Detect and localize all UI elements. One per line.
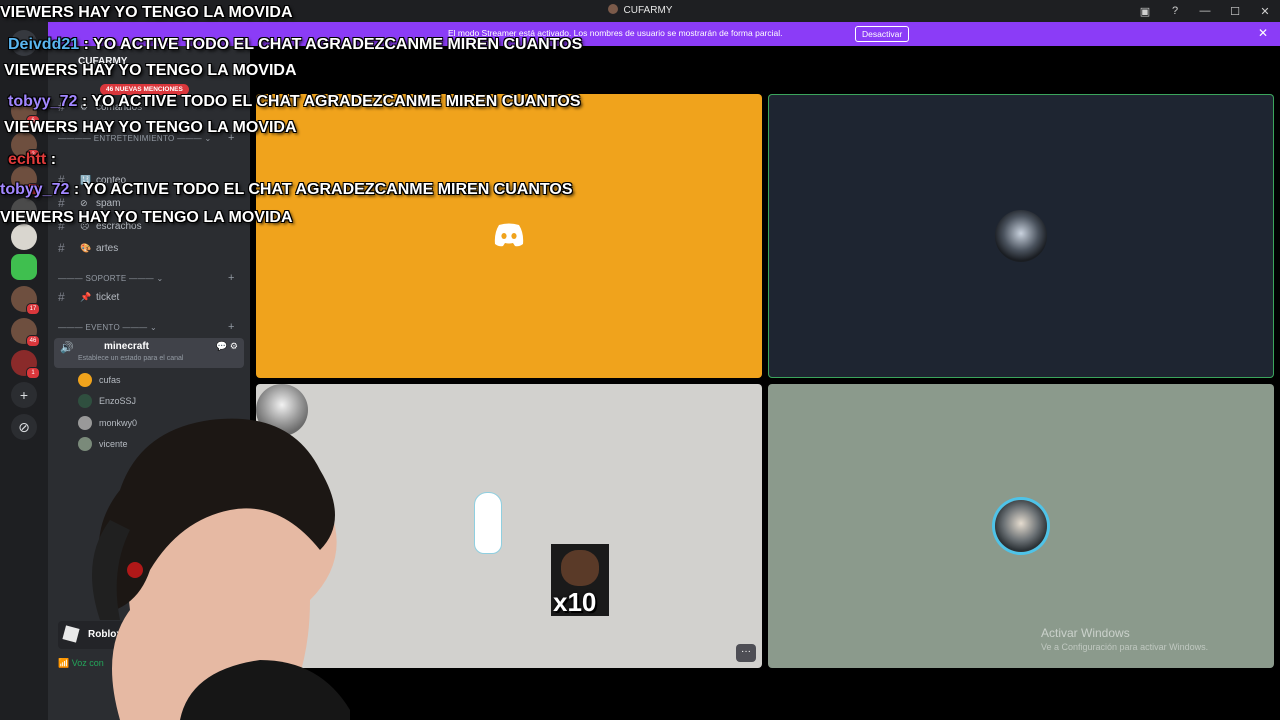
- chat-username: tobyy_72: [8, 93, 78, 110]
- chat-message: Deivdd21 : YO ACTIVE TODO EL CHAT AGRADE…: [8, 36, 582, 54]
- close-button[interactable]: ✕: [1250, 0, 1280, 22]
- chat-message: VIEWERS HAY YO TENGO LA MOVIDA: [0, 209, 293, 227]
- window-controls: ▣ ? — ☐ ✕: [1130, 0, 1280, 22]
- hash-icon: #: [58, 290, 65, 304]
- voice-channel-status[interactable]: Establece un estado para el canal: [78, 355, 183, 362]
- channel-emoji-icon: ⊘: [80, 197, 88, 208]
- category-evento[interactable]: ——— EVENTO ——— ⌄: [58, 323, 157, 332]
- chat-message: VIEWERS HAY YO TENGO LA MOVIDA: [4, 62, 297, 80]
- voice-user-name: EnzoSSJ: [99, 396, 137, 406]
- add-server-icon[interactable]: +: [11, 382, 37, 408]
- avatar: [995, 210, 1047, 262]
- deactivate-button[interactable]: Desactivar: [855, 26, 910, 42]
- voice-user-name: cufas: [99, 375, 121, 385]
- channel-ticket[interactable]: # 📌 ticket: [58, 288, 119, 306]
- category-soporte[interactable]: ——— SOPORTE ——— ⌄: [58, 274, 163, 283]
- chat-text: VIEWERS HAY YO TENGO LA MOVIDA: [4, 119, 297, 136]
- chat-username: tobyy_72: [0, 181, 70, 198]
- windows-watermark-sub: Ve a Configuración para activar Windows.: [1041, 642, 1209, 652]
- server-icon: [607, 4, 618, 14]
- avatar: [995, 500, 1047, 552]
- chat-text: : YO ACTIVE TODO EL CHAT AGRADEZCANME MI…: [73, 181, 573, 198]
- hash-icon: #: [58, 241, 65, 255]
- windows-watermark: Activar Windows: [1041, 626, 1130, 640]
- server-badge: 17: [26, 303, 40, 315]
- voice-user[interactable]: EnzoSSJ: [78, 392, 136, 410]
- server-badge: 1: [26, 367, 40, 379]
- ghost-sticker: [474, 492, 502, 554]
- video-tile-speaking[interactable]: [768, 94, 1274, 378]
- add-channel-icon[interactable]: +: [228, 321, 234, 333]
- avatar: [78, 394, 92, 408]
- server-icon[interactable]: [11, 224, 37, 250]
- chat-message: VIEWERS HAY YO TENGO LA MOVIDA: [4, 119, 297, 137]
- category-label: EVENTO: [85, 323, 120, 332]
- meme-face: [561, 550, 599, 586]
- chat-message: tobyy_72 : YO ACTIVE TODO EL CHAT AGRADE…: [0, 181, 573, 199]
- voice-user[interactable]: cufas: [78, 371, 121, 389]
- window-title-text: CUFARMY: [623, 5, 673, 16]
- close-icon[interactable]: ✕: [1258, 26, 1268, 40]
- chat-text: : YO ACTIVE TODO EL CHAT AGRADEZCANME MI…: [83, 36, 583, 53]
- chat-message: tobyy_72 : YO ACTIVE TODO EL CHAT AGRADE…: [8, 93, 581, 111]
- server-badge: 46: [26, 335, 40, 347]
- explore-icon[interactable]: ⊘: [11, 414, 37, 440]
- server-icon[interactable]: [11, 254, 37, 280]
- channel-artes[interactable]: # 🎨 artes: [58, 239, 118, 257]
- add-channel-icon[interactable]: +: [228, 272, 234, 284]
- voice-channel-name: minecraft: [104, 341, 150, 352]
- speaker-icon: 🔊: [60, 342, 74, 354]
- screen-share-icon[interactable]: ▣: [1130, 0, 1160, 22]
- channel-emoji-icon: 🎨: [80, 242, 92, 253]
- discord-logo-icon: [494, 223, 524, 247]
- category-label: SOPORTE: [85, 274, 127, 283]
- help-icon[interactable]: ?: [1160, 0, 1190, 22]
- server-icon[interactable]: 1: [11, 350, 40, 379]
- chat-text: VIEWERS HAY YO TENGO LA MOVIDA: [0, 4, 293, 21]
- channel-label: artes: [96, 242, 119, 254]
- chat-text: : YO ACTIVE TODO EL CHAT AGRADEZCANME MI…: [81, 93, 581, 110]
- webcam-overlay: [92, 418, 350, 720]
- voice-channel-actions[interactable]: 💬 ⚙: [216, 341, 238, 352]
- channel-label: ticket: [96, 291, 120, 303]
- chat-username: echtt: [8, 151, 47, 168]
- chat-text: VIEWERS HAY YO TENGO LA MOVIDA: [0, 209, 293, 226]
- chat-message: VIEWERS HAY YO TENGO LA MOVIDA: [0, 4, 293, 22]
- video-tile[interactable]: Activar Windows Ve a Configuración para …: [768, 384, 1274, 668]
- chat-message: echtt :: [8, 151, 56, 169]
- server-icon[interactable]: 17: [11, 286, 40, 315]
- maximize-button[interactable]: ☐: [1220, 0, 1250, 22]
- voice-channel-minecraft[interactable]: 🔊 minecraft Establece un estado para el …: [54, 338, 244, 368]
- server-icon[interactable]: 46: [11, 318, 40, 347]
- chat-text: VIEWERS HAY YO TENGO LA MOVIDA: [4, 62, 297, 79]
- minimize-button[interactable]: —: [1190, 0, 1220, 22]
- meme-text: x10: [553, 587, 597, 617]
- avatar: [78, 373, 92, 387]
- chat-username: Deivdd21: [8, 36, 80, 53]
- chat-text: :: [50, 151, 57, 168]
- more-options-button[interactable]: ···: [736, 644, 756, 662]
- channel-label: spam: [96, 197, 121, 209]
- video-tile[interactable]: [256, 94, 762, 378]
- pin-icon: 📌: [80, 291, 92, 302]
- meme-sticker: x10: [551, 544, 609, 617]
